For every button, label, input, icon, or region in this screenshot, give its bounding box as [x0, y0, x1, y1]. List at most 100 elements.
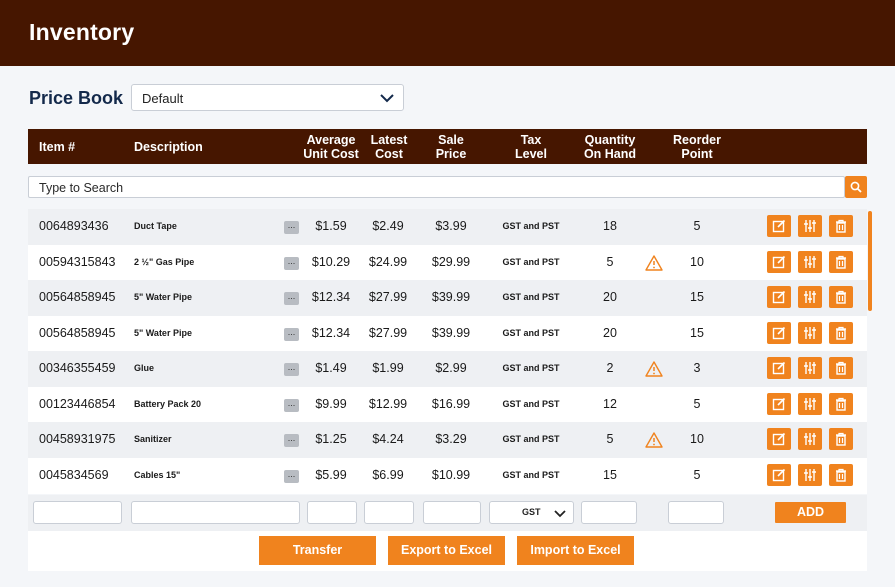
trash-icon: [836, 397, 846, 411]
sliders-icon: [804, 255, 816, 268]
more-button[interactable]: ...: [284, 292, 299, 305]
edit-button[interactable]: [767, 321, 791, 344]
edit-button[interactable]: [767, 286, 791, 308]
adjust-button[interactable]: [798, 392, 822, 415]
more-button[interactable]: ...: [284, 221, 299, 234]
new-sale-price-field[interactable]: [423, 501, 481, 524]
header-latest-cost: Latest Cost: [370, 133, 408, 161]
edit-button[interactable]: [767, 357, 791, 379]
chevron-down-icon: [380, 94, 394, 103]
average-unit-cost: $1.49: [315, 361, 347, 375]
sale-price: $3.99: [435, 219, 467, 233]
edit-button[interactable]: [767, 463, 791, 486]
adjust-button[interactable]: [798, 215, 822, 237]
quantity-on-hand: 18: [603, 219, 617, 233]
table-row: 00564858945 5" Water Pipe... $12.34 $27.99 $…: [28, 316, 867, 352]
item-description: Duct Tape: [134, 221, 177, 231]
trash-icon: [836, 326, 846, 340]
header-item: Item #: [39, 140, 76, 154]
new-item-number-field[interactable]: [33, 501, 122, 524]
quantity-on-hand: 15: [603, 467, 617, 482]
item-description: 5" Water Pipe: [134, 292, 192, 302]
latest-cost: $1.99: [372, 361, 404, 375]
sliders-icon: [804, 468, 816, 481]
average-unit-cost: $1.25: [315, 432, 347, 446]
sliders-icon: [804, 326, 816, 339]
more-button[interactable]: ...: [284, 363, 299, 376]
delete-button[interactable]: [829, 428, 853, 450]
edit-icon: [772, 432, 786, 446]
delete-button[interactable]: [829, 392, 853, 415]
warning-icon: [645, 254, 663, 271]
search-input[interactable]: Type to Search: [28, 176, 845, 198]
table-row: 00564858945 5" Water Pipe... $12.34 $27.99 $…: [28, 280, 867, 316]
add-button[interactable]: ADD: [775, 502, 846, 523]
edit-icon: [772, 255, 786, 268]
new-quantity-field[interactable]: [581, 501, 637, 524]
search-button[interactable]: [845, 176, 867, 198]
edit-button[interactable]: [767, 250, 791, 273]
price-book-select[interactable]: Default: [131, 84, 404, 111]
adjust-button[interactable]: [798, 250, 822, 273]
new-tax-value: GST: [522, 507, 541, 517]
delete-button[interactable]: [829, 215, 853, 237]
delete-button[interactable]: [829, 357, 853, 379]
scrollbar[interactable]: [867, 209, 873, 494]
more-button[interactable]: ...: [284, 398, 299, 412]
item-number: 00123446854: [39, 396, 116, 411]
sliders-icon: [804, 220, 816, 232]
average-unit-cost: $10.29: [311, 254, 351, 269]
more-button[interactable]: ...: [284, 469, 299, 483]
reorder-point: 15: [690, 325, 704, 340]
item-number: 00458931975: [39, 432, 116, 446]
quantity-on-hand: 12: [603, 396, 617, 411]
table-header: Item # Description Average Unit Cost Late…: [28, 129, 867, 164]
latest-cost: $27.99: [368, 290, 408, 304]
sale-price: $16.99: [431, 396, 471, 411]
new-latest-cost-field[interactable]: [364, 501, 414, 524]
edit-icon: [772, 290, 786, 304]
sliders-icon: [804, 291, 816, 303]
reorder-point: 10: [690, 254, 704, 269]
edit-button[interactable]: [767, 215, 791, 237]
new-avg-cost-field[interactable]: [307, 501, 357, 524]
delete-button[interactable]: [829, 286, 853, 308]
import-excel-button[interactable]: Import to Excel: [517, 536, 634, 565]
new-reorder-field[interactable]: [668, 501, 724, 524]
latest-cost: $2.49: [372, 219, 404, 233]
average-unit-cost: $1.59: [315, 219, 347, 233]
trash-icon: [836, 432, 846, 446]
edit-icon: [772, 219, 786, 233]
header-tax-level: Tax Level: [515, 133, 547, 161]
adjust-button[interactable]: [798, 428, 822, 450]
adjust-button[interactable]: [798, 463, 822, 486]
reorder-point: 10: [690, 432, 704, 446]
delete-button[interactable]: [829, 321, 853, 344]
item-number: 0045834569: [39, 467, 109, 482]
table-row: 0064893436 Duct Tape... $1.59 $2.49 $3.99 GST…: [28, 209, 867, 245]
quantity-on-hand: 20: [603, 325, 617, 340]
edit-button[interactable]: [767, 428, 791, 450]
adjust-button[interactable]: [798, 321, 822, 344]
more-button[interactable]: ...: [284, 256, 299, 270]
trash-icon: [836, 219, 846, 233]
transfer-button[interactable]: Transfer: [259, 536, 376, 565]
scrollbar-thumb[interactable]: [868, 211, 872, 311]
average-unit-cost: $9.99: [315, 396, 347, 411]
new-description-field[interactable]: [131, 501, 300, 524]
more-button[interactable]: ...: [284, 327, 299, 341]
adjust-button[interactable]: [798, 357, 822, 379]
tax-level: GST and PST: [502, 434, 560, 444]
more-button[interactable]: ...: [284, 434, 299, 447]
sale-price: $10.99: [431, 467, 471, 482]
tax-level: GST and PST: [502, 327, 560, 338]
delete-button[interactable]: [829, 463, 853, 486]
delete-button[interactable]: [829, 250, 853, 273]
adjust-button[interactable]: [798, 286, 822, 308]
price-book-value: Default: [142, 91, 184, 106]
item-description: 2 ½" Gas Pipe: [134, 256, 195, 267]
add-item-row: GST ADD: [28, 495, 867, 531]
new-tax-select[interactable]: GST: [489, 501, 574, 524]
edit-button[interactable]: [767, 392, 791, 415]
export-excel-button[interactable]: Export to Excel: [388, 536, 505, 565]
